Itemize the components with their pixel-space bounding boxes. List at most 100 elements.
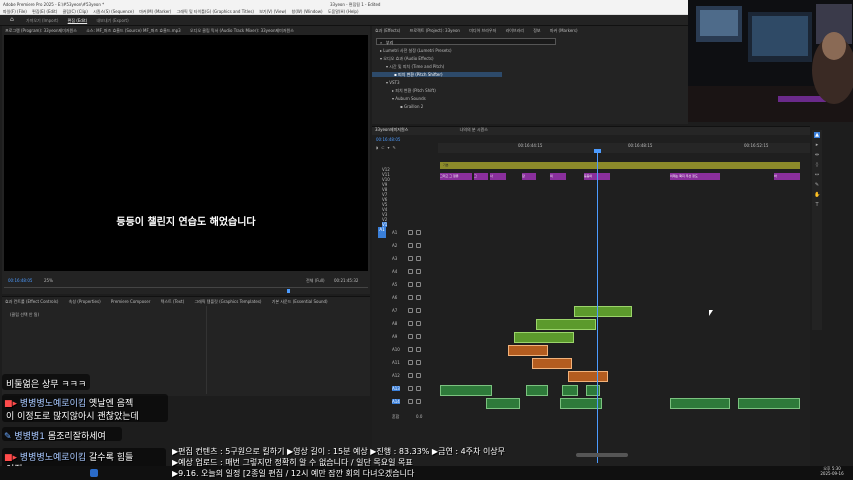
solo-button[interactable]	[416, 256, 421, 261]
mute-button[interactable]	[408, 269, 413, 274]
timeline-horizontal-scrollbar[interactable]	[576, 453, 628, 457]
tree-item-graillon[interactable]: ▪ Graillon 2	[372, 104, 423, 109]
menu-view[interactable]: 보기(V) (View)	[259, 9, 286, 14]
timeline-ruler[interactable]: 00:16:44:15 00:16:48:15 00:16:52:15	[438, 143, 810, 153]
solo-button[interactable]	[416, 295, 421, 300]
track-a12[interactable]: A12	[378, 370, 436, 381]
tree-item-vst3[interactable]: ▾ VST3	[372, 80, 400, 85]
tree-item-auburn-sounds[interactable]: ▾ Auburn Sounds	[372, 96, 426, 101]
type-tool-icon[interactable]: T	[814, 202, 820, 208]
ripple-edit-tool-icon[interactable]: ⇹	[814, 152, 820, 158]
audio-clip[interactable]	[738, 398, 800, 409]
tab-essential-sound[interactable]: 기본 사운드 (Essential Sound)	[272, 299, 328, 304]
tab-audio-mixer[interactable]: 오디오 클립 믹서 (Audio Track Mixer): 33yeon제미저…	[190, 28, 294, 33]
solo-button[interactable]	[416, 334, 421, 339]
mute-button[interactable]	[408, 360, 413, 365]
program-time-ruler[interactable]	[4, 287, 368, 293]
timeline-timecode[interactable]: 00:16:48:05	[376, 137, 400, 142]
menu-clip[interactable]: 클립(C) (Clip)	[63, 9, 88, 14]
tree-item-time-and-pitch[interactable]: ▾ 시간 및 피치 (Time and Pitch)	[372, 64, 444, 69]
system-clock[interactable]: 오후 5:30 2025-09-16	[812, 466, 852, 476]
track-a11[interactable]: A11	[378, 357, 436, 368]
solo-button[interactable]	[416, 230, 421, 235]
subtitle-clip[interactable]: 이제는 확지 우선 정도	[670, 173, 720, 180]
tab-source[interactable]: 소스: MF_퍼즈 효율드 (Source) MF_퍼즈 효율드.mp3	[86, 28, 180, 33]
mute-button[interactable]	[408, 295, 413, 300]
menu-sequence[interactable]: 시퀀스(S) (Sequence)	[93, 9, 134, 14]
tab-program[interactable]: 프로그램 (Program): 33yeon제미저원스	[5, 28, 77, 33]
timeline-tracks-area[interactable]: 기본 그리고 그 정류 그 사 잡 의 등등이 이제는 확지 우선 정도 바	[438, 153, 810, 453]
tab-libraries[interactable]: 라이브러리	[506, 28, 524, 33]
mute-button[interactable]	[408, 308, 413, 313]
video-clip[interactable]	[574, 306, 632, 317]
menu-edit[interactable]: 편집(E) (Edit)	[32, 9, 57, 14]
track-a10[interactable]: A10	[378, 344, 436, 355]
program-current-timecode[interactable]: 00:16:48:05	[8, 278, 32, 283]
tab-project[interactable]: 프로젝트 (Project): 33yeon	[410, 28, 460, 33]
mute-button[interactable]	[408, 243, 413, 248]
taskbar-app-icon[interactable]	[90, 469, 98, 477]
program-playhead[interactable]	[287, 289, 290, 293]
audio-clip[interactable]	[562, 385, 578, 396]
wrench-icon[interactable]: ✎	[392, 145, 398, 150]
track-a1[interactable]: A1 A1	[378, 227, 436, 238]
track-a13[interactable]: A13	[378, 383, 436, 394]
subtitle-clip[interactable]: 잡	[522, 173, 536, 180]
track-a7[interactable]: A7	[378, 305, 436, 316]
audio-clip[interactable]	[568, 371, 608, 382]
tab-sequence-main[interactable]: 33yeon제미저원스	[375, 127, 408, 132]
tab-sequence-secondary[interactable]: 나의의 분 시퀀스	[460, 127, 488, 132]
mute-button[interactable]	[408, 282, 413, 287]
track-a4[interactable]: A4	[378, 266, 436, 277]
audio-clip[interactable]	[508, 345, 548, 356]
tree-item-lumetri-presets[interactable]: ▸ Lumetri 사전 설정 (Lumetri Presets)	[372, 48, 452, 53]
track-a9[interactable]: A9	[378, 331, 436, 342]
workspace-edit-tab[interactable]: 편집 (Edit)	[68, 18, 88, 23]
mute-button[interactable]	[408, 230, 413, 235]
solo-button[interactable]	[416, 373, 421, 378]
track-a6[interactable]: A6	[378, 292, 436, 303]
subtitle-clip[interactable]: 바	[774, 173, 800, 180]
track-select-tool-icon[interactable]: ▸	[814, 142, 820, 148]
tab-info[interactable]: 정보	[533, 28, 540, 33]
solo-button[interactable]	[416, 282, 421, 287]
tab-media-browser[interactable]: 미디어 브라우저	[469, 28, 496, 33]
home-icon[interactable]: ⌂	[10, 17, 14, 23]
track-master[interactable]: 혼합 0.0	[378, 411, 436, 422]
mute-button[interactable]	[408, 399, 413, 404]
tree-item-audio-effects[interactable]: ▾ 오디오 효과 (Audio Effects)	[372, 56, 434, 61]
mute-button[interactable]	[408, 334, 413, 339]
audio-clip[interactable]	[670, 398, 730, 409]
tab-properties[interactable]: 속성 (Properties)	[69, 299, 101, 304]
audio-clip[interactable]	[560, 398, 602, 409]
playback-quality-select[interactable]: 전체 (Full)	[306, 278, 325, 283]
track-a5[interactable]: A5	[378, 279, 436, 290]
track-a8[interactable]: A8	[378, 318, 436, 329]
tree-item-pitch-shift[interactable]: ▸ 피치 변환 (Pitch Shift)	[372, 88, 436, 93]
video-clip[interactable]	[514, 332, 574, 343]
subtitle-clip[interactable]: 그리고 그 정류	[440, 173, 472, 180]
tab-premiere-composer[interactable]: Premiere Composer	[111, 299, 150, 304]
hand-tool-icon[interactable]: ✋	[814, 192, 820, 198]
pen-tool-icon[interactable]: ✎	[814, 182, 820, 188]
menu-help[interactable]: 도움말(H) (Help)	[328, 9, 359, 14]
solo-button[interactable]	[416, 308, 421, 313]
adjustment-layer-clip[interactable]: 기본	[440, 162, 800, 169]
solo-button[interactable]	[416, 321, 421, 326]
audio-clip[interactable]	[526, 385, 548, 396]
audio-clip[interactable]	[486, 398, 520, 409]
track-a14[interactable]: A14	[378, 396, 436, 407]
source-patch-a1[interactable]: A1	[378, 227, 386, 238]
solo-button[interactable]	[416, 269, 421, 274]
tab-graphics-templates[interactable]: 그래픽 템플릿 (Graphics Templates)	[194, 299, 261, 304]
subtitle-clip[interactable]: 그	[474, 173, 488, 180]
menu-graphics[interactable]: 그래픽 및 타이틀(G) (Graphics and Titles)	[177, 9, 254, 14]
track-a2[interactable]: A2	[378, 240, 436, 251]
tree-item-pitch-shifter[interactable]: ▪ 피치 변환 (Pitch Shifter)	[372, 72, 502, 77]
audio-clip[interactable]	[532, 358, 572, 369]
tab-effect-controls[interactable]: 효과 컨트롤 (Effect Controls)	[5, 299, 58, 304]
video-clip[interactable]	[536, 319, 596, 330]
mute-button[interactable]	[408, 386, 413, 391]
menu-marker[interactable]: 마커(M) (Marker)	[139, 9, 171, 14]
mute-button[interactable]	[408, 256, 413, 261]
